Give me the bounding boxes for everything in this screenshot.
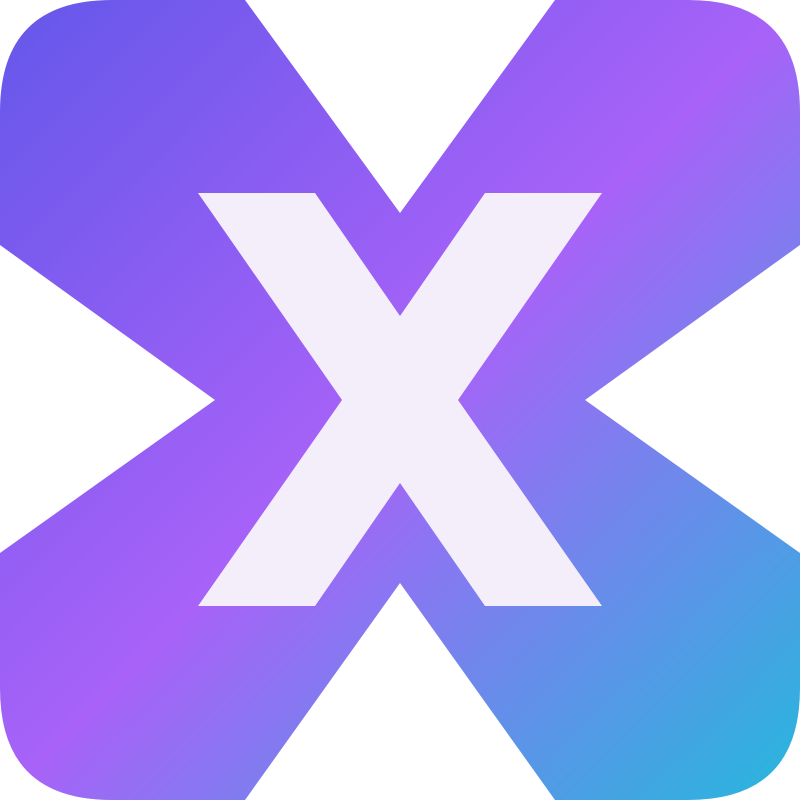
x-logo-icon bbox=[0, 0, 800, 800]
app-icon-canvas bbox=[0, 0, 800, 800]
